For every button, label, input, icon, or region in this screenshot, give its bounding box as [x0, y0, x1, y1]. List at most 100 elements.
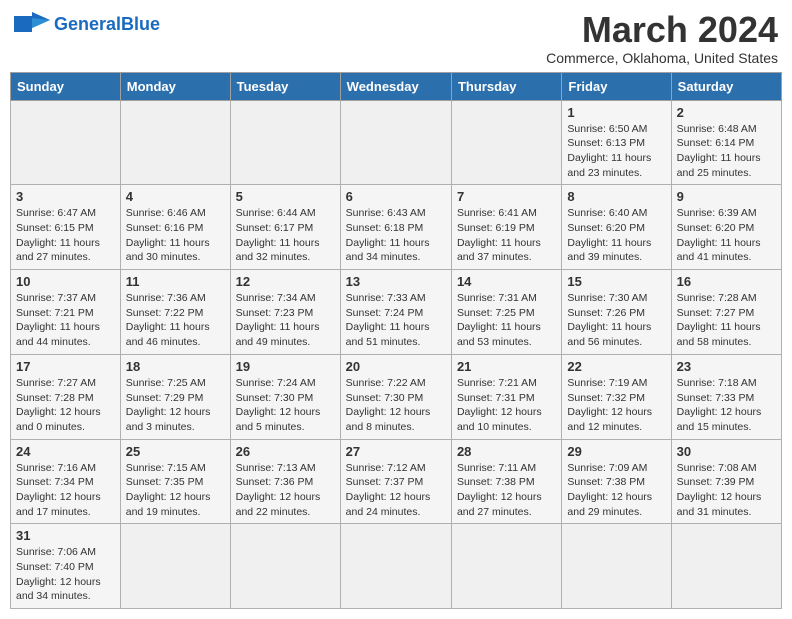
day-number: 16: [677, 274, 776, 289]
day-number: 3: [16, 189, 115, 204]
calendar-cell: 7Sunrise: 6:41 AM Sunset: 6:19 PM Daylig…: [451, 185, 561, 270]
day-number: 28: [457, 444, 556, 459]
day-info: Sunrise: 7:37 AM Sunset: 7:21 PM Dayligh…: [16, 291, 115, 350]
day-info: Sunrise: 7:36 AM Sunset: 7:22 PM Dayligh…: [126, 291, 225, 350]
calendar-cell: 8 Sunrise: 6:40 AM Sunset: 6:20 PM Daylig…: [562, 185, 671, 270]
calendar-cell: 13 Sunrise: 7:33 AM Sunset: 7:24 PM Dayli…: [340, 270, 451, 355]
day-number: 20: [346, 359, 446, 374]
calendar-cell: 2Sunrise: 6:48 AM Sunset: 6:14 PM Daylig…: [671, 100, 781, 185]
calendar-cell: [451, 524, 561, 609]
calendar-cell: [230, 100, 340, 185]
day-number: 8: [567, 189, 665, 204]
day-info: Sunrise: 7:11 AM Sunset: 7:38 PM Dayligh…: [457, 461, 556, 520]
calendar-cell: 19Sunrise: 7:24 AM Sunset: 7:30 PM Dayli…: [230, 354, 340, 439]
title-area: March 2024 Commerce, Oklahoma, United St…: [546, 10, 778, 66]
day-number: 27: [346, 444, 446, 459]
calendar-cell: 23Sunrise: 7:18 AM Sunset: 7:33 PM Dayli…: [671, 354, 781, 439]
day-info: Sunrise: 7:21 AM Sunset: 7:31 PM Dayligh…: [457, 376, 556, 435]
calendar-week-row: 17 Sunrise: 7:27 AM Sunset: 7:28 PM Dayli…: [11, 354, 782, 439]
weekday-header-row: SundayMondayTuesdayWednesdayThursdayFrid…: [11, 72, 782, 100]
calendar-week-row: 24Sunrise: 7:16 AM Sunset: 7:34 PM Dayli…: [11, 439, 782, 524]
day-number: 6: [346, 189, 446, 204]
day-info: Sunrise: 6:44 AM Sunset: 6:17 PM Dayligh…: [236, 206, 335, 265]
day-info: Sunrise: 6:39 AM Sunset: 6:20 PM Dayligh…: [677, 206, 776, 265]
calendar-cell: 15 Sunrise: 7:30 AM Sunset: 7:26 PM Dayli…: [562, 270, 671, 355]
day-info: Sunrise: 7:34 AM Sunset: 7:23 PM Dayligh…: [236, 291, 335, 350]
day-number: 17: [16, 359, 115, 374]
day-info: Sunrise: 7:25 AM Sunset: 7:29 PM Dayligh…: [126, 376, 225, 435]
day-info: Sunrise: 7:08 AM Sunset: 7:39 PM Dayligh…: [677, 461, 776, 520]
weekday-header-saturday: Saturday: [671, 72, 781, 100]
day-info: Sunrise: 7:22 AM Sunset: 7:30 PM Dayligh…: [346, 376, 446, 435]
weekday-header-tuesday: Tuesday: [230, 72, 340, 100]
calendar-cell: 11Sunrise: 7:36 AM Sunset: 7:22 PM Dayli…: [120, 270, 230, 355]
day-info: Sunrise: 7:18 AM Sunset: 7:33 PM Dayligh…: [677, 376, 776, 435]
calendar-cell: [120, 524, 230, 609]
calendar-cell: [451, 100, 561, 185]
logo-icon: [14, 10, 50, 38]
calendar-cell: 4Sunrise: 6:46 AM Sunset: 6:16 PM Daylig…: [120, 185, 230, 270]
day-info: Sunrise: 7:33 AM Sunset: 7:24 PM Dayligh…: [346, 291, 446, 350]
day-info: Sunrise: 7:15 AM Sunset: 7:35 PM Dayligh…: [126, 461, 225, 520]
day-number: 9: [677, 189, 776, 204]
day-info: Sunrise: 7:27 AM Sunset: 7:28 PM Dayligh…: [16, 376, 115, 435]
calendar-cell: 16Sunrise: 7:28 AM Sunset: 7:27 PM Dayli…: [671, 270, 781, 355]
month-title: March 2024: [546, 10, 778, 50]
day-number: 26: [236, 444, 335, 459]
calendar-cell: 18 Sunrise: 7:25 AM Sunset: 7:29 PM Dayli…: [120, 354, 230, 439]
calendar-cell: [671, 524, 781, 609]
calendar-cell: 21Sunrise: 7:21 AM Sunset: 7:31 PM Dayli…: [451, 354, 561, 439]
day-info: Sunrise: 7:19 AM Sunset: 7:32 PM Dayligh…: [567, 376, 665, 435]
day-number: 1: [567, 105, 665, 120]
day-info: Sunrise: 7:12 AM Sunset: 7:37 PM Dayligh…: [346, 461, 446, 520]
calendar-cell: 31 Sunrise: 7:06 AM Sunset: 7:40 PM Dayli…: [11, 524, 121, 609]
calendar-cell: 3Sunrise: 6:47 AM Sunset: 6:15 PM Daylig…: [11, 185, 121, 270]
calendar-cell: 17 Sunrise: 7:27 AM Sunset: 7:28 PM Dayli…: [11, 354, 121, 439]
weekday-header-sunday: Sunday: [11, 72, 121, 100]
calendar-cell: 14 Sunrise: 7:31 AM Sunset: 7:25 PM Dayli…: [451, 270, 561, 355]
day-number: 29: [567, 444, 665, 459]
day-info: Sunrise: 6:43 AM Sunset: 6:18 PM Dayligh…: [346, 206, 446, 265]
day-number: 13: [346, 274, 446, 289]
calendar-cell: [340, 524, 451, 609]
day-number: 22: [567, 359, 665, 374]
calendar-cell: [11, 100, 121, 185]
day-number: 31: [16, 528, 115, 543]
calendar-cell: 9 Sunrise: 6:39 AM Sunset: 6:20 PM Daylig…: [671, 185, 781, 270]
day-info: Sunrise: 6:48 AM Sunset: 6:14 PM Dayligh…: [677, 122, 776, 181]
calendar-cell: [340, 100, 451, 185]
weekday-header-wednesday: Wednesday: [340, 72, 451, 100]
logo: GeneralBlue: [14, 10, 160, 38]
logo-general: General: [54, 14, 121, 34]
day-info: Sunrise: 7:09 AM Sunset: 7:38 PM Dayligh…: [567, 461, 665, 520]
day-number: 5: [236, 189, 335, 204]
day-number: 12: [236, 274, 335, 289]
calendar-week-row: 31 Sunrise: 7:06 AM Sunset: 7:40 PM Dayli…: [11, 524, 782, 609]
day-number: 14: [457, 274, 556, 289]
day-info: Sunrise: 7:13 AM Sunset: 7:36 PM Dayligh…: [236, 461, 335, 520]
day-number: 7: [457, 189, 556, 204]
calendar-cell: 10Sunrise: 7:37 AM Sunset: 7:21 PM Dayli…: [11, 270, 121, 355]
calendar-table: SundayMondayTuesdayWednesdayThursdayFrid…: [10, 72, 782, 610]
day-info: Sunrise: 7:31 AM Sunset: 7:25 PM Dayligh…: [457, 291, 556, 350]
day-info: Sunrise: 7:30 AM Sunset: 7:26 PM Dayligh…: [567, 291, 665, 350]
day-number: 18: [126, 359, 225, 374]
calendar-cell: 30 Sunrise: 7:08 AM Sunset: 7:39 PM Dayli…: [671, 439, 781, 524]
calendar-cell: 27 Sunrise: 7:12 AM Sunset: 7:37 PM Dayli…: [340, 439, 451, 524]
day-info: Sunrise: 7:24 AM Sunset: 7:30 PM Dayligh…: [236, 376, 335, 435]
day-info: Sunrise: 6:40 AM Sunset: 6:20 PM Dayligh…: [567, 206, 665, 265]
day-number: 30: [677, 444, 776, 459]
calendar-cell: [120, 100, 230, 185]
header: GeneralBlue March 2024 Commerce, Oklahom…: [10, 10, 782, 66]
day-info: Sunrise: 7:06 AM Sunset: 7:40 PM Dayligh…: [16, 545, 115, 604]
calendar-week-row: 10Sunrise: 7:37 AM Sunset: 7:21 PM Dayli…: [11, 270, 782, 355]
weekday-header-thursday: Thursday: [451, 72, 561, 100]
weekday-header-friday: Friday: [562, 72, 671, 100]
weekday-header-monday: Monday: [120, 72, 230, 100]
day-info: Sunrise: 7:16 AM Sunset: 7:34 PM Dayligh…: [16, 461, 115, 520]
logo-text: GeneralBlue: [54, 14, 160, 35]
day-number: 15: [567, 274, 665, 289]
day-info: Sunrise: 6:50 AM Sunset: 6:13 PM Dayligh…: [567, 122, 665, 181]
logo-blue: Blue: [121, 14, 160, 34]
calendar-cell: 28 Sunrise: 7:11 AM Sunset: 7:38 PM Dayli…: [451, 439, 561, 524]
